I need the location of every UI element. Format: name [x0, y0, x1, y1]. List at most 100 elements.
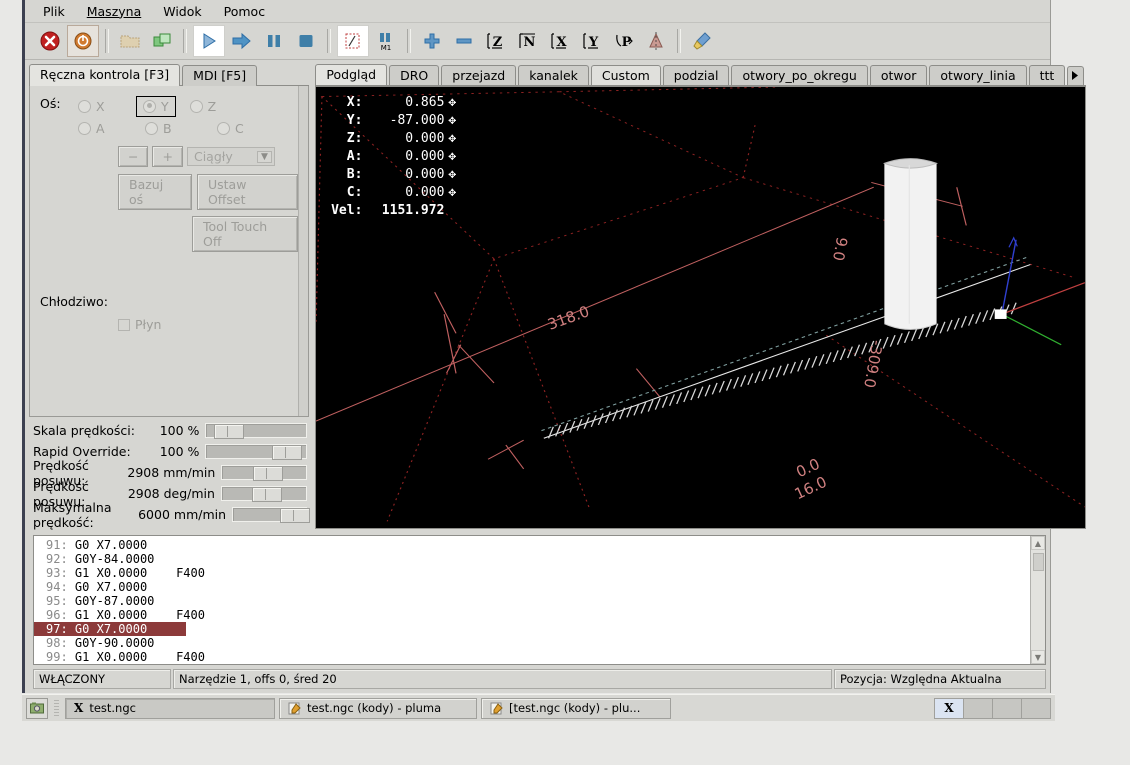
dro-velocity-label: Vel: [331, 202, 363, 218]
tab-dro[interactable]: DRO [389, 65, 440, 85]
view-p-button[interactable]: P [609, 26, 639, 56]
slider-feed-deg[interactable] [220, 486, 308, 502]
slider-thumb[interactable] [280, 508, 310, 523]
dro-line-x: X: 0.865 ✥ [324, 93, 456, 111]
slider-thumb[interactable] [252, 466, 283, 481]
jog-increment-combo[interactable]: Ciągły ▼ [186, 147, 275, 166]
workspace-3[interactable] [993, 698, 1022, 718]
menu-item-plik[interactable]: Plik [41, 3, 67, 20]
workspace-1[interactable]: X [935, 698, 964, 718]
radio-icon-a [78, 121, 91, 135]
tab-przejazd[interactable]: przejazd [441, 65, 517, 85]
tab-podglad[interactable]: Podgląd [315, 64, 388, 85]
gcode-line[interactable]: 96: G1 X0.0000 F400 [34, 608, 1030, 622]
axis-radio-y[interactable]: Y [136, 95, 176, 117]
tab-custom[interactable]: Custom [590, 65, 661, 85]
tool-touch-off-button[interactable]: Tool Touch Off [192, 216, 299, 252]
slider-thumb[interactable] [214, 424, 245, 439]
gcode-line[interactable]: 99: G1 X0.0000 F400 [34, 650, 1030, 664]
menu-item-pomoc[interactable]: Pomoc [222, 3, 267, 20]
slider-thumb[interactable] [252, 487, 283, 502]
menu-item-maszyna[interactable]: Maszyna [85, 3, 144, 20]
view-y-button[interactable]: Y [577, 26, 607, 56]
preview-tabs: Podgląd DRO przejazd kanalek Custom podz… [315, 64, 1087, 86]
axis-radio-z[interactable]: Z [189, 99, 248, 114]
tab-otwory-linia[interactable]: otwory_linia [929, 65, 1027, 85]
jog-minus-button[interactable]: − [118, 146, 149, 167]
gcode-line-number: 97: [46, 622, 68, 636]
radio-icon-c [217, 121, 230, 135]
estop-button[interactable] [35, 26, 65, 56]
tab-podzial[interactable]: podzial [662, 65, 730, 85]
optional-stop-button[interactable]: M1 [371, 26, 401, 56]
toolbar-separator-4 [407, 29, 411, 53]
tab-reczna-kontrola[interactable]: Ręczna kontrola [F3] [29, 64, 181, 87]
tab-kanalek[interactable]: kanalek [518, 65, 589, 85]
workspace-2[interactable] [964, 698, 993, 718]
scrollbar-thumb[interactable] [1032, 553, 1044, 571]
scroll-up-icon[interactable]: ▲ [1031, 536, 1045, 550]
gcode-listing[interactable]: 91: G0 X7.0000 92: G0Y-84.0000 93: G1 X0… [33, 535, 1046, 665]
stop-button[interactable] [291, 26, 321, 56]
clear-plot-button[interactable] [687, 26, 717, 56]
tab-otwory-po-okregu[interactable]: otwory_po_okregu [731, 65, 868, 85]
view-z2-button[interactable]: N [513, 26, 543, 56]
gcode-line[interactable]: 92: G0Y-84.0000 [34, 552, 1030, 566]
tab-scroll-right-button[interactable] [1067, 66, 1085, 85]
step-button[interactable] [227, 26, 257, 56]
dro-line-y: Y: -87.000 ✥ [324, 111, 456, 129]
view-x-button[interactable]: X [545, 26, 575, 56]
block-delete-button[interactable] [337, 25, 369, 57]
tab-mdi[interactable]: MDI [F5] [182, 65, 258, 86]
taskbar-item-pluma-2[interactable]: [test.ngc (kody) - plu... [481, 697, 671, 719]
slider-thumb[interactable] [272, 445, 303, 460]
gcode-line[interactable]: 94: G0 X7.0000 [34, 580, 1030, 594]
gcode-line[interactable]: 91: G0 X7.0000 [34, 538, 1030, 552]
override-sliders: Skala prędkości: 100 % Rapid Override: 1… [29, 417, 310, 530]
jog-plus-button[interactable]: + [152, 146, 183, 167]
slider-value-feed-deg: 2908 deg/min [127, 486, 215, 501]
zoom-out-button[interactable] [449, 26, 479, 56]
axis-gizmo-3d [995, 236, 1086, 346]
machine-power-button[interactable] [67, 25, 99, 57]
svg-text:M1: M1 [381, 44, 392, 51]
taskbar-item-test-ngc[interactable]: X test.ngc [65, 697, 275, 719]
view-z-button[interactable]: Z [481, 26, 511, 56]
axis-radio-b[interactable]: B [145, 121, 203, 136]
pause-button[interactable] [259, 26, 289, 56]
reload-file-button[interactable] [147, 26, 177, 56]
gcode-vertical-scrollbar[interactable]: ▲ ▼ [1030, 536, 1045, 664]
workspace-4[interactable] [1022, 698, 1050, 718]
tool-cone-button[interactable] [641, 26, 671, 56]
slider-feed-scale[interactable] [205, 423, 308, 439]
checkbox-icon-flood[interactable] [118, 318, 130, 331]
gcode-line-text: G1 X0.0000 F400 [74, 650, 205, 664]
gcode-line[interactable]: 98: G0Y-90.0000 [34, 636, 1030, 650]
screenshot-icon[interactable] [26, 697, 48, 719]
gcode-line-text: G0Y-90.0000 [74, 636, 155, 650]
tab-ttt[interactable]: ttt [1028, 65, 1066, 85]
gcode-line[interactable]: 95: G0Y-87.0000 [34, 594, 1030, 608]
axis-radio-c[interactable]: C [217, 121, 275, 136]
open-file-button[interactable] [115, 26, 145, 56]
home-axis-button[interactable]: Bazuj oś [118, 174, 192, 210]
taskbar-item-pluma-1[interactable]: test.ngc (kody) - pluma [279, 697, 477, 719]
left-control-column: Ręczna kontrola [F3] MDI [F5] Oś: X Y Z … [29, 64, 310, 530]
slider-max-velocity[interactable] [232, 507, 310, 523]
slider-feed-mm[interactable] [221, 465, 308, 481]
panel-scrollbar[interactable] [298, 86, 309, 416]
zoom-in-button[interactable] [417, 26, 447, 56]
axis-radio-a[interactable]: A [78, 121, 136, 136]
tab-otwor[interactable]: otwor [869, 65, 928, 85]
slider-rapid-override[interactable] [205, 444, 308, 460]
run-program-button[interactable] [193, 25, 225, 57]
gcode-line[interactable]: 93: G1 X0.0000 F400 [34, 566, 1030, 580]
set-offset-button[interactable]: Ustaw Offset [196, 174, 299, 210]
menu-item-widok[interactable]: Widok [161, 3, 203, 20]
scroll-down-icon[interactable]: ▼ [1031, 650, 1045, 664]
gcode-preview-3d[interactable]: 318.0 9.0 -309.0 0.0 16.0 X: 0.865 ✥ Y: … [315, 86, 1087, 529]
gcode-line-number: 91: [46, 538, 68, 552]
gcode-line-active[interactable]: 97: G0 X7.0000 [34, 622, 186, 636]
taskbar-grip[interactable] [54, 700, 59, 716]
axis-radio-x[interactable]: X [78, 99, 136, 114]
